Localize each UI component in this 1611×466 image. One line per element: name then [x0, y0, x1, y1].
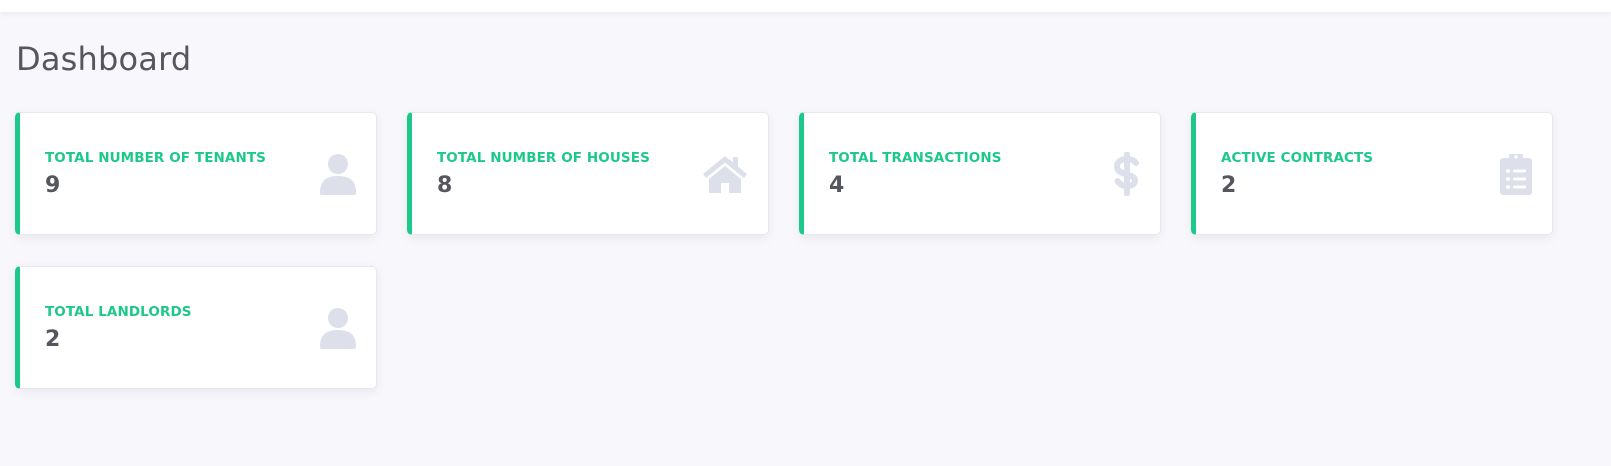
card-value: 9: [45, 173, 61, 198]
stat-card-contracts: ACTIVE CONTRACTS 2: [1191, 112, 1553, 235]
stat-card-transactions: TOTAL TRANSACTIONS 4: [799, 112, 1161, 235]
card-label: TOTAL NUMBER OF TENANTS: [45, 150, 267, 166]
user-icon: [310, 151, 356, 197]
card-value: 2: [1221, 173, 1237, 198]
card-label: TOTAL NUMBER OF HOUSES: [437, 150, 650, 166]
page-title: Dashboard: [16, 40, 192, 78]
card-value: 2: [45, 327, 61, 352]
card-label: ACTIVE CONTRACTS: [1221, 150, 1374, 166]
stat-card-landlords: TOTAL LANDLORDS 2: [15, 266, 377, 389]
user-icon: [310, 305, 356, 351]
card-value: 8: [437, 173, 453, 198]
card-value: 4: [829, 173, 845, 198]
stat-card-houses: TOTAL NUMBER OF HOUSES 8: [407, 112, 769, 235]
stat-card-tenants: TOTAL NUMBER OF TENANTS 9: [15, 112, 377, 235]
dollar-icon: [1094, 151, 1140, 197]
top-navbar: [0, 0, 1611, 12]
house-icon: [702, 151, 748, 197]
card-label: TOTAL TRANSACTIONS: [829, 150, 1002, 166]
card-label: TOTAL LANDLORDS: [45, 304, 192, 320]
clipboard-list-icon: [1486, 151, 1532, 197]
